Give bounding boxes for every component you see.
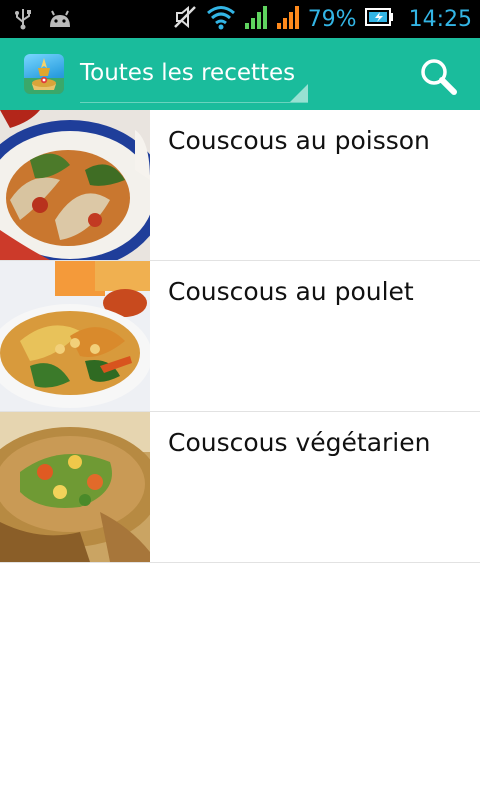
wifi-icon (206, 4, 236, 34)
recipe-title: Couscous au poulet (168, 277, 414, 306)
signal-green-icon (244, 4, 268, 34)
search-button[interactable] (416, 54, 460, 98)
recipe-thumbnail (0, 412, 150, 562)
mute-icon (172, 4, 198, 34)
status-bar: 79% 14:25 (0, 0, 480, 38)
android-debug-icon (48, 9, 72, 33)
list-item[interactable]: Couscous au poisson (0, 110, 480, 261)
usb-icon (14, 8, 32, 34)
battery-percent: 79% (307, 6, 357, 32)
recipe-title: Couscous au poisson (168, 126, 430, 155)
search-icon (416, 59, 460, 102)
spinner-label: Toutes les recettes (80, 60, 296, 86)
action-bar: Toutes les recettes (0, 38, 480, 110)
signal-orange-icon (276, 4, 300, 34)
list-item[interactable]: Couscous végétarien (0, 412, 480, 563)
recipe-thumbnail (0, 110, 150, 260)
clock: 14:25 (408, 6, 472, 32)
list-item[interactable]: Couscous au poulet (0, 261, 480, 412)
category-spinner[interactable]: Toutes les recettes (80, 52, 308, 103)
recipe-title: Couscous végétarien (168, 428, 431, 457)
app-logo-icon[interactable] (24, 54, 64, 94)
recipe-list: Couscous au poisson Couscous au poulet C… (0, 110, 480, 563)
battery-icon (364, 7, 395, 31)
recipe-thumbnail (0, 261, 150, 411)
spinner-dropdown-indicator-icon (290, 84, 308, 102)
